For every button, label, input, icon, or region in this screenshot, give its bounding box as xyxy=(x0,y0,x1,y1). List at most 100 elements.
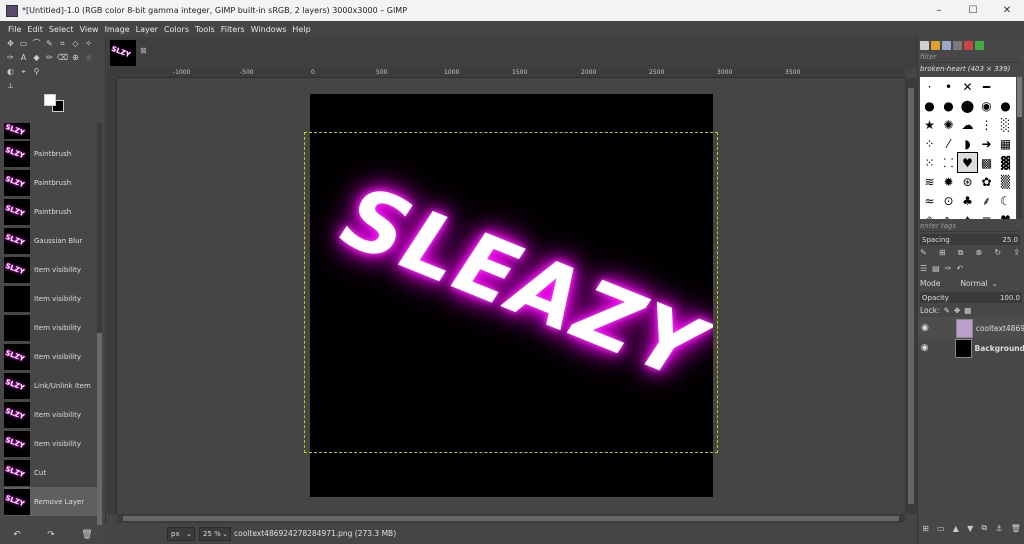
brush-heart[interactable]: ♥ xyxy=(996,210,1015,220)
new-layer-icon[interactable]: ⊞ xyxy=(922,524,929,533)
rect-select-tool-icon[interactable]: ▭ xyxy=(17,37,30,50)
brush-circle-hard[interactable]: ● xyxy=(996,96,1015,115)
vertical-ruler[interactable] xyxy=(107,78,117,514)
brush-flower[interactable]: ✿ xyxy=(977,172,996,191)
menu-tools[interactable]: Tools xyxy=(195,25,215,34)
brush-spray[interactable]: ⸬ xyxy=(939,153,958,172)
eye-icon[interactable]: ◉ xyxy=(918,343,931,353)
move-tool-icon[interactable]: ✥ xyxy=(4,37,17,50)
brush-texture[interactable]: ░ xyxy=(996,115,1015,134)
close-tab-icon[interactable]: ⊠ xyxy=(140,46,147,55)
bucket-fill-tool-icon[interactable]: ◆ xyxy=(30,51,43,64)
paths-tool-icon[interactable]: ✑ xyxy=(4,51,17,64)
brush-club[interactable]: ♣ xyxy=(958,191,977,210)
brush-grass[interactable]: ⋮ xyxy=(977,115,996,134)
brush-fern[interactable]: ⸙ xyxy=(977,191,996,210)
undo-history-item[interactable]: Item visibility xyxy=(4,342,98,371)
menu-file[interactable]: File xyxy=(8,25,21,34)
document-history-tab-icon[interactable] xyxy=(953,40,962,50)
brush-arrow[interactable]: ➜ xyxy=(977,134,996,153)
patterns-tab-icon[interactable] xyxy=(931,40,940,50)
brush-dots[interactable]: ⁘ xyxy=(920,134,939,153)
brush-sparkle[interactable]: ✦ xyxy=(958,210,977,220)
brush-smoke[interactable]: ∿ xyxy=(939,210,958,220)
brush-spacing-slider[interactable]: Spacing 25.0 xyxy=(920,234,1020,245)
edit-brush-icon[interactable]: ✎ xyxy=(920,248,927,257)
menu-layer[interactable]: Layer xyxy=(136,25,158,34)
brush-2x2[interactable]: · xyxy=(920,77,939,96)
canvas-vertical-scrollbar[interactable] xyxy=(905,78,917,514)
lock-pixels-icon[interactable]: ✎ xyxy=(944,306,950,315)
delete-layer-icon[interactable]: 🗑 xyxy=(1011,524,1021,533)
smudge-tool-icon[interactable]: ☝ xyxy=(82,51,95,64)
brush-star[interactable]: ★ xyxy=(920,115,939,134)
duplicate-layer-icon[interactable]: ⧉ xyxy=(981,523,987,533)
brush-leaf[interactable]: ◗ xyxy=(958,134,977,153)
text-tool-icon[interactable]: A xyxy=(17,51,30,64)
undo-history-item[interactable]: Item visibility xyxy=(4,313,98,342)
fuzzy-select-tool-icon[interactable]: ✎ xyxy=(43,37,56,50)
refresh-brushes-icon[interactable]: ↻ xyxy=(994,248,1001,257)
undo-history-item[interactable]: Paintbrush xyxy=(4,168,98,197)
crop-tool-icon[interactable]: ⌗ xyxy=(56,37,69,50)
undo-history-item[interactable]: Paintbrush xyxy=(4,197,98,226)
canvas-area[interactable]: SLEAZY xyxy=(117,78,905,514)
brushes-tab-icon[interactable] xyxy=(920,40,929,50)
undo-history-scrollbar[interactable] xyxy=(97,123,102,544)
channels-tab-icon[interactable]: ▤ xyxy=(932,264,940,273)
undo-history-item[interactable]: Remove Layer xyxy=(4,487,98,516)
menu-edit[interactable]: Edit xyxy=(27,25,43,34)
brush-circle-big[interactable]: ⬤ xyxy=(958,96,977,115)
eye-icon[interactable]: ◉ xyxy=(918,323,932,333)
menu-filters[interactable]: Filters xyxy=(221,25,245,34)
menu-image[interactable]: Image xyxy=(105,25,130,34)
brush-pixel[interactable]: • xyxy=(939,77,958,96)
brush-noise[interactable]: ▓ xyxy=(996,153,1015,172)
brush-moon[interactable]: ☾ xyxy=(996,191,1015,210)
undo-history-item[interactable]: Link/Unlink Item xyxy=(4,371,98,400)
layers-tab-icon[interactable]: ☰ xyxy=(920,264,927,273)
measure-tool-icon[interactable]: ⟂ xyxy=(4,79,17,92)
redo-icon[interactable]: ↷ xyxy=(47,530,55,540)
open-brush-icon[interactable]: ⇪ xyxy=(1013,248,1020,257)
brush-streak[interactable]: ≈ xyxy=(920,191,939,210)
brush-cells[interactable]: ▦ xyxy=(996,134,1015,153)
brush-blank[interactable] xyxy=(996,77,1015,96)
brush-galaxy[interactable]: ⊛ xyxy=(958,172,977,191)
brush-pencil[interactable]: ⁄ xyxy=(939,134,958,153)
brush-acrylic[interactable]: ✹ xyxy=(939,172,958,191)
fonts-tab-icon[interactable] xyxy=(942,40,951,50)
palettes-tab-icon[interactable] xyxy=(975,40,984,50)
chevron-down-icon[interactable]: ⌄ xyxy=(992,279,998,288)
menu-windows[interactable]: Windows xyxy=(251,25,287,34)
delete-brush-icon[interactable]: ⊗ xyxy=(976,248,983,257)
color-picker-tool-icon[interactable]: ⌖ xyxy=(17,65,30,78)
brush-sponge[interactable]: ▩ xyxy=(977,153,996,172)
horizontal-ruler[interactable]: -1000 -500 0 500 1000 1500 2000 2500 3000 3500 xyxy=(117,69,905,78)
paths-tab-icon[interactable]: ✑ xyxy=(945,264,952,273)
brush-diamond[interactable]: ◈ xyxy=(920,210,939,220)
brush-circle-fuzzy[interactable]: ◉ xyxy=(977,96,996,115)
lock-position-icon[interactable]: ✥ xyxy=(954,306,960,315)
undo-history-item[interactable]: Gaussian Blur xyxy=(4,226,98,255)
brush-filter-input[interactable]: filter xyxy=(920,53,1020,63)
ruler-corner[interactable] xyxy=(107,69,117,78)
brush-blob[interactable]: ☁ xyxy=(958,115,977,134)
dodge-tool-icon[interactable]: ◐ xyxy=(4,65,17,78)
color-swatches[interactable] xyxy=(44,94,66,114)
brush-grid[interactable]: · • ✕ ━ ● ● ⬤ ◉ ● ★ ✺ ☁ ⋮ ░ ⁘ ⁄ ◗ ➜ ▦ ⁙ … xyxy=(920,77,1016,219)
brush-broken-heart[interactable]: ♥ xyxy=(957,152,978,173)
minimize-button[interactable]: – xyxy=(922,0,956,21)
menu-view[interactable]: View xyxy=(80,25,99,34)
gradients-tab-icon[interactable] xyxy=(964,40,973,50)
undo-history-item[interactable]: Item visibility xyxy=(4,255,98,284)
lower-layer-icon[interactable]: ▼ xyxy=(967,524,973,533)
menu-select[interactable]: Select xyxy=(49,25,74,34)
unified-transform-tool-icon[interactable]: ◇ xyxy=(69,37,82,50)
undo-history-item[interactable] xyxy=(4,123,98,139)
undo-icon[interactable]: ↶ xyxy=(13,530,21,540)
duplicate-brush-icon[interactable]: ⧉ xyxy=(958,248,964,258)
undo-history-item[interactable]: Cut xyxy=(4,458,98,487)
brush-hatch[interactable]: ≡ xyxy=(977,210,996,220)
free-select-tool-icon[interactable]: ⌒ xyxy=(30,37,43,50)
